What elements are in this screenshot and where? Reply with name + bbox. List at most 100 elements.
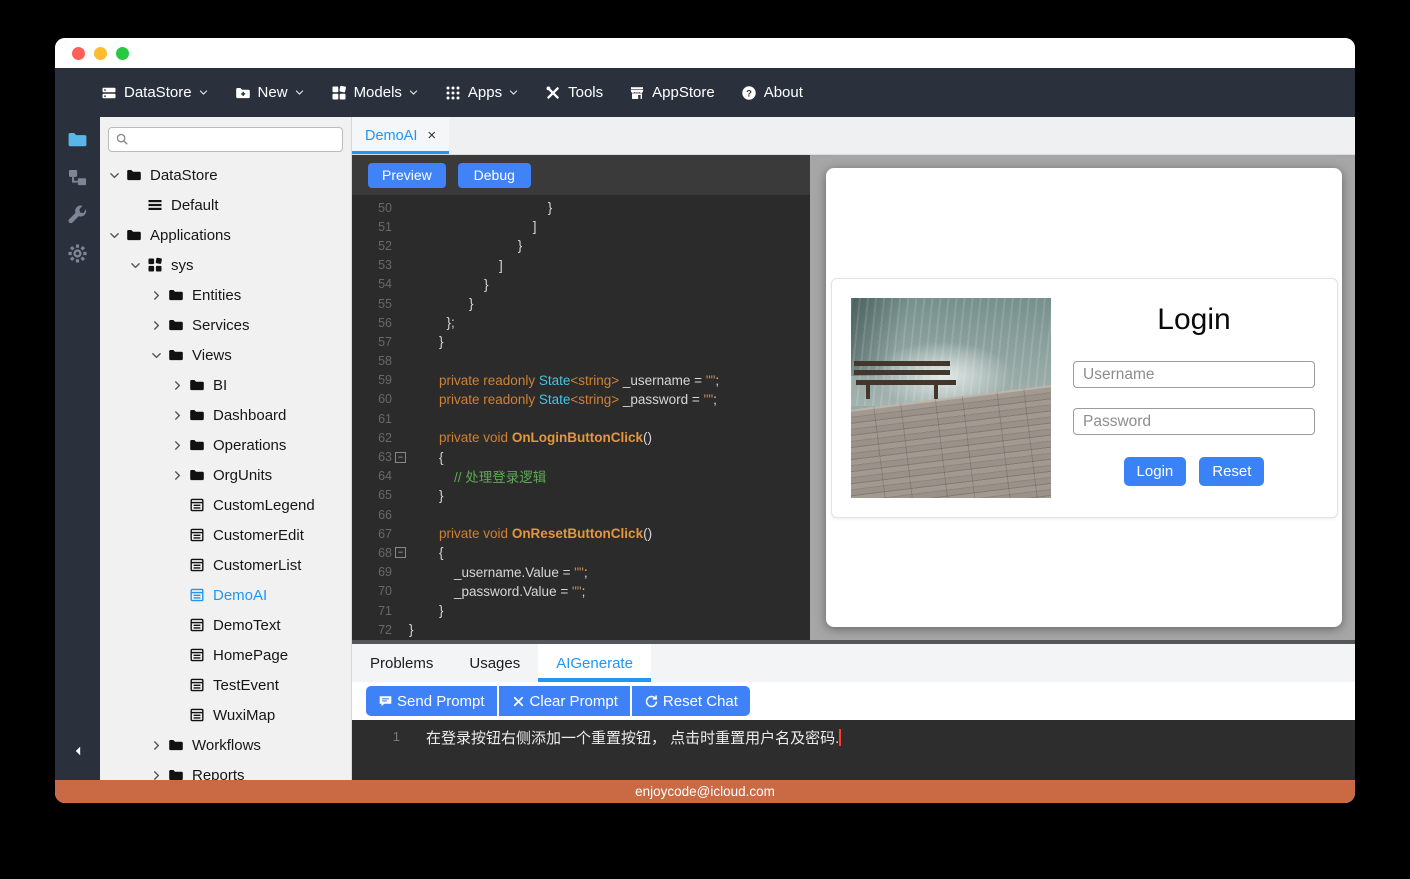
code-line-65: 65 } (352, 486, 810, 505)
tree-item-default[interactable]: Default (100, 190, 351, 220)
tree-item-sys[interactable]: sys (100, 250, 351, 280)
tree-item-homepage[interactable]: HomePage (100, 640, 351, 670)
chevron-spacer (171, 648, 189, 662)
tree-item-testevent[interactable]: TestEvent (100, 670, 351, 700)
debug-button[interactable]: Debug (458, 163, 531, 188)
tree-item-demoai[interactable]: DemoAI (100, 580, 351, 610)
collapse-sidebar-button[interactable] (55, 744, 100, 758)
view-icon (189, 617, 205, 633)
tree-item-datastore[interactable]: DataStore (100, 160, 351, 190)
tree-item-wuximap[interactable]: WuxiMap (100, 700, 351, 730)
bottom-tab-usages[interactable]: Usages (451, 644, 538, 682)
preview-button[interactable]: Preview (368, 163, 446, 188)
close-window-button[interactable] (72, 47, 85, 60)
tab-label: DemoAI (365, 128, 417, 144)
tree-item-customlegend[interactable]: CustomLegend (100, 490, 351, 520)
menu-datastore[interactable]: DataStore (101, 84, 209, 101)
code-editor: Preview Debug 50 }51 ]52 }53 ]54 (352, 155, 810, 640)
tree-item-label: DemoAI (213, 587, 267, 604)
tree-item-workflows[interactable]: Workflows (100, 730, 351, 760)
apps-icon (445, 85, 461, 101)
tree-item-bi[interactable]: BI (100, 370, 351, 400)
rail-hierarchy-icon[interactable] (67, 167, 88, 188)
menu-appstore[interactable]: AppStore (629, 84, 715, 101)
reset-button[interactable]: Reset (1199, 457, 1264, 486)
login-card: Login Login Reset (831, 278, 1338, 518)
chevron-down-icon (198, 87, 209, 98)
code-line-70: 70 _password.Value = ""; (352, 582, 810, 601)
chevron-right-icon[interactable] (150, 288, 168, 302)
menu-new[interactable]: New (235, 84, 305, 101)
code-line-50: 50 } (352, 198, 810, 217)
tree-item-reports[interactable]: Reports (100, 760, 351, 780)
chevron-spacer (129, 198, 147, 212)
rail-explorer-icon[interactable] (67, 129, 88, 150)
tree-item-entities[interactable]: Entities (100, 280, 351, 310)
prompt-line-number: 1 (352, 727, 400, 780)
username-field[interactable] (1073, 361, 1315, 388)
menu-models[interactable]: Models (331, 84, 419, 101)
chevron-right-icon[interactable] (171, 378, 189, 392)
preview-canvas: Login Login Reset (826, 168, 1342, 627)
chevron-down-icon[interactable] (129, 258, 147, 272)
search-icon (115, 132, 129, 146)
view-icon (189, 557, 205, 573)
tree-item-customerlist[interactable]: CustomerList (100, 550, 351, 580)
tree-item-label: TestEvent (213, 677, 279, 694)
rail-settings-icon[interactable] (67, 243, 88, 264)
models-icon (331, 85, 347, 101)
tree-item-orgunits[interactable]: OrgUnits (100, 460, 351, 490)
code-line-66: 66 (352, 505, 810, 524)
reset-chat-button[interactable]: Reset Chat (632, 686, 750, 716)
chevron-down-icon[interactable] (108, 228, 126, 242)
tree-item-operations[interactable]: Operations (100, 430, 351, 460)
chevron-right-icon[interactable] (171, 408, 189, 422)
tree-item-label: Operations (213, 437, 286, 454)
chevron-spacer (171, 618, 189, 632)
tree-item-applications[interactable]: Applications (100, 220, 351, 250)
chevron-down-icon (508, 87, 519, 98)
tree-item-demotext[interactable]: DemoText (100, 610, 351, 640)
chevron-down-icon[interactable] (108, 168, 126, 182)
chevron-right-icon[interactable] (171, 468, 189, 482)
menu-apps[interactable]: Apps (445, 84, 519, 101)
rail-tools-icon[interactable] (67, 205, 88, 226)
code-line-52: 52 } (352, 236, 810, 255)
chevron-down-icon[interactable] (150, 348, 168, 362)
bottom-tab-aigenerate[interactable]: AIGenerate (538, 644, 651, 682)
menu-about[interactable]: ?About (741, 84, 803, 101)
prompt-editor[interactable]: 1 在登录按钮右侧添加一个重置按钮， 点击时重置用户名及密码. (352, 720, 1355, 780)
chevron-right-icon[interactable] (150, 768, 168, 780)
folder-icon (126, 227, 142, 243)
chevron-right-icon[interactable] (150, 738, 168, 752)
tab-close-icon[interactable]: × (427, 128, 436, 143)
menu-tools[interactable]: Tools (545, 84, 603, 101)
code-line-58: 58 (352, 352, 810, 371)
chevron-right-icon[interactable] (150, 318, 168, 332)
account-email: enjoycode@icloud.com (635, 784, 775, 799)
code-area[interactable]: 50 }51 ]52 }53 ]54 }55 }56 };57 (352, 195, 810, 640)
bottom-tab-problems[interactable]: Problems (352, 644, 451, 682)
appstore-icon (629, 85, 645, 101)
folder-icon (168, 767, 184, 780)
minimize-window-button[interactable] (94, 47, 107, 60)
tree-item-views[interactable]: Views (100, 340, 351, 370)
code-line-57: 57 } (352, 332, 810, 351)
folder-icon (168, 317, 184, 333)
search-input[interactable] (108, 127, 343, 152)
login-button[interactable]: Login (1124, 457, 1187, 486)
password-field[interactable] (1073, 408, 1315, 435)
tree-item-label: HomePage (213, 647, 288, 664)
tree-item-label: BI (213, 377, 227, 394)
chevron-right-icon[interactable] (171, 438, 189, 452)
zoom-window-button[interactable] (116, 47, 129, 60)
tree-item-customeredit[interactable]: CustomerEdit (100, 520, 351, 550)
tree-item-services[interactable]: Services (100, 310, 351, 340)
datastore-icon (101, 85, 117, 101)
view-icon (189, 707, 205, 723)
tree-item-dashboard[interactable]: Dashboard (100, 400, 351, 430)
tab-demoai[interactable]: DemoAI × (352, 117, 449, 154)
send-prompt-button[interactable]: Send Prompt (366, 686, 497, 716)
menubar: DataStore New Models Apps Tools AppStore ?Abou… (55, 68, 1355, 117)
clear-prompt-button[interactable]: Clear Prompt (499, 686, 630, 716)
